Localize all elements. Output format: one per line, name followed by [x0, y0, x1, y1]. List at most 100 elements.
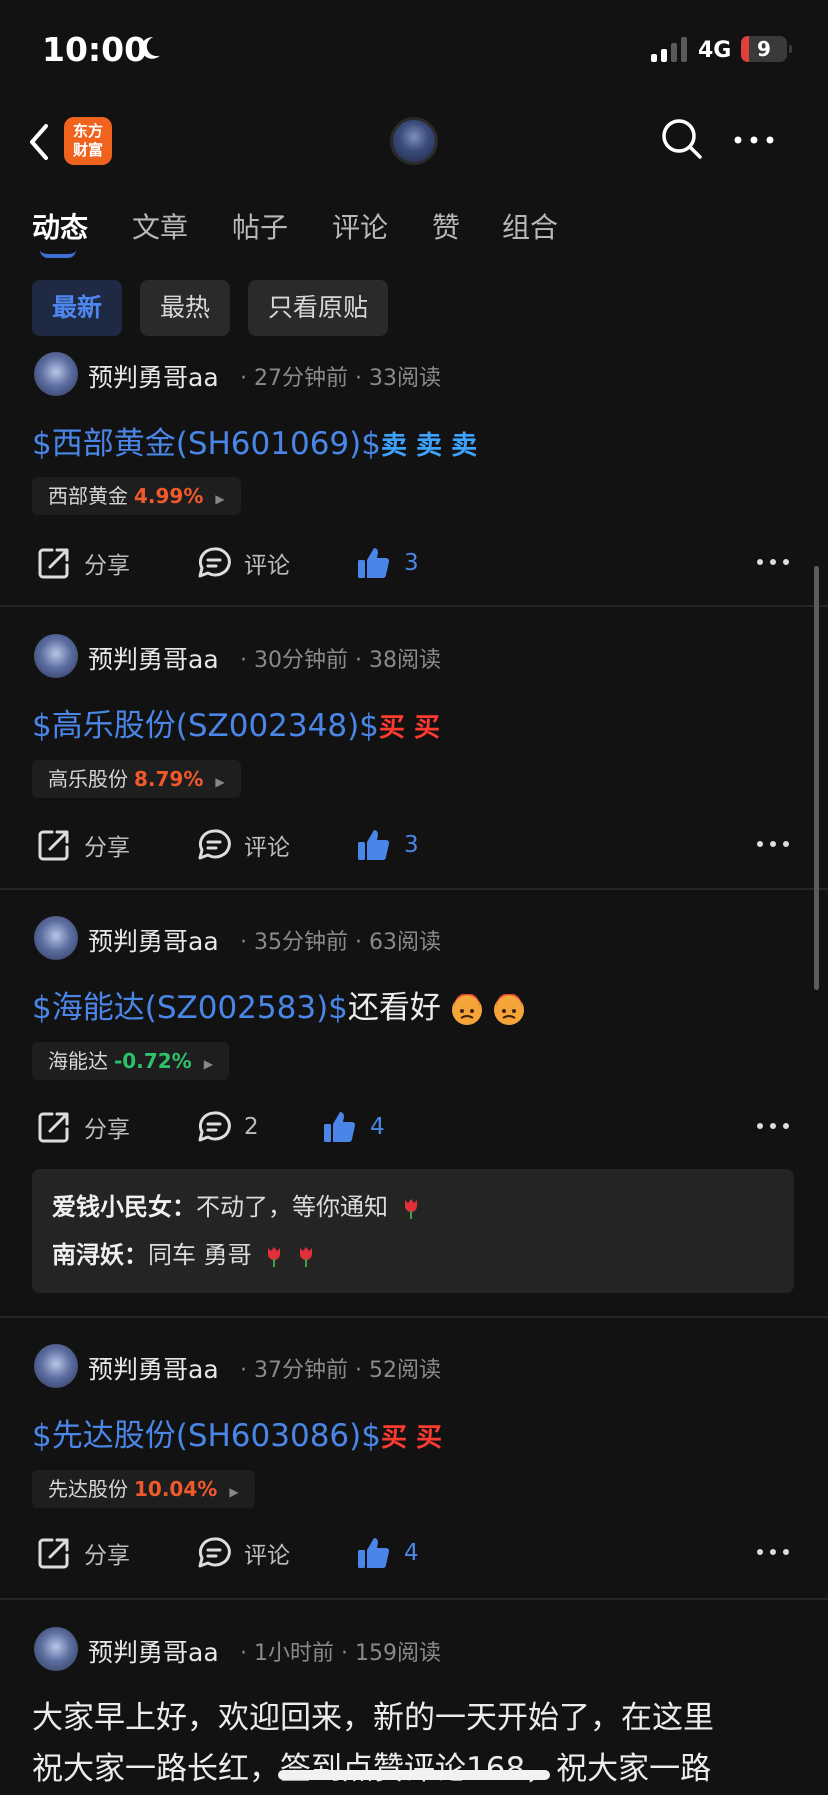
filter-bar: 最新 最热 只看原贴 [32, 280, 389, 336]
comment-icon [198, 1537, 231, 1568]
more-options-icon[interactable] [756, 1542, 790, 1562]
tab-comments[interactable]: 评论 [332, 206, 388, 246]
filter-hottest[interactable]: 最热 [140, 280, 231, 336]
avatar[interactable] [34, 352, 78, 396]
post-time: · 37分钟前 · 52阅读 [240, 1358, 441, 1383]
share-button[interactable]: 分享 [36, 1528, 130, 1578]
profile-tabs: 动态 文章 帖子 评论 赞 组合 [0, 200, 828, 260]
like-button[interactable]: 4 [322, 1102, 385, 1152]
network-label: 4G [698, 38, 732, 63]
comment-button[interactable]: 2 [196, 1102, 259, 1152]
quote-name: 高乐股份 [48, 767, 128, 791]
post-time-value: 37分钟前 [254, 1358, 348, 1383]
commenter-name[interactable]: 南浔妖： [52, 1241, 148, 1269]
scrollbar[interactable] [814, 566, 819, 990]
rose-emoji-icon [299, 1247, 312, 1267]
post-actions: 分享 评论 3 [0, 820, 828, 870]
comment-icon [198, 547, 231, 578]
more-icon[interactable] [732, 125, 776, 155]
post-actions: 分享 评论 3 [0, 538, 828, 588]
comment-item[interactable]: 爱钱小民女：不动了，等你通知 [52, 1183, 774, 1231]
stock-quote-chip[interactable]: 先达股份 10.04% ▶ [32, 1470, 255, 1508]
tab-dynamic[interactable]: 动态 [32, 206, 88, 246]
post-time-value: 27分钟前 [254, 366, 348, 391]
stock-quote-chip[interactable]: 高乐股份 8.79% ▶ [32, 760, 241, 798]
more-options-icon[interactable] [756, 834, 790, 854]
search-icon[interactable] [660, 117, 704, 161]
comment-text: 同车 勇哥 [148, 1241, 252, 1269]
tab-likes[interactable]: 赞 [432, 206, 460, 246]
share-button[interactable]: 分享 [36, 538, 130, 588]
post-author[interactable]: 预判勇哥aa [88, 922, 219, 958]
comment-item[interactable]: 南浔妖：同车 勇哥 [52, 1231, 774, 1279]
signal-icon [651, 36, 687, 62]
stock-quote-chip[interactable]: 海能达 -0.72% ▶ [32, 1042, 229, 1080]
post-time: · 27分钟前 · 33阅读 [240, 366, 441, 391]
post-author[interactable]: 预判勇哥aa [88, 1350, 219, 1386]
thumbs-up-icon [358, 830, 390, 860]
share-button[interactable]: 分享 [36, 1102, 130, 1152]
post-content[interactable]: $高乐股份(SZ002348)$买 买 [32, 700, 440, 745]
quote-change: -0.72% [114, 1049, 192, 1073]
post-author[interactable]: 预判勇哥aa [88, 640, 219, 676]
chevron-right-icon: ▶ [203, 1057, 213, 1071]
app-logo[interactable]: 东方 财富 [64, 117, 112, 165]
stock-link[interactable]: $海能达(SZ002583)$ [32, 990, 348, 1026]
post-content[interactable]: $西部黄金(SH601069)$卖 卖 卖 [32, 418, 477, 463]
comment-button[interactable]: 评论 [196, 820, 290, 870]
share-button[interactable]: 分享 [36, 820, 130, 870]
avatar[interactable] [34, 634, 78, 678]
post-reads: 159阅读 [354, 1641, 441, 1666]
more-options-icon[interactable] [756, 1116, 790, 1136]
like-count: 4 [404, 1540, 419, 1566]
comment-preview-box[interactable]: 爱钱小民女：不动了，等你通知 南浔妖：同车 勇哥 [32, 1169, 794, 1293]
post-content[interactable]: $海能达(SZ002583)$还看好 [32, 982, 525, 1027]
tab-portfolio[interactable]: 组合 [502, 206, 558, 246]
comment-text: 不动了，等你通知 [196, 1193, 388, 1221]
like-button[interactable]: 4 [356, 1528, 419, 1578]
stock-link[interactable]: $西部黄金(SH601069)$ [32, 426, 381, 462]
thumbs-up-icon [358, 548, 390, 578]
post-text: 还看好 [347, 990, 441, 1026]
filter-latest[interactable]: 最新 [32, 280, 123, 336]
tab-articles[interactable]: 文章 [132, 206, 188, 246]
stock-link[interactable]: $高乐股份(SZ002348)$ [32, 708, 379, 744]
avatar[interactable] [34, 1344, 78, 1388]
avatar[interactable] [34, 916, 78, 960]
comment-icon [198, 829, 231, 860]
profile-avatar[interactable] [390, 117, 438, 165]
filter-original-only[interactable]: 只看原贴 [248, 280, 389, 336]
tab-posts[interactable]: 帖子 [232, 206, 288, 246]
buy-emoji-text: 买 买 [380, 1423, 443, 1453]
comment-label: 评论 [244, 835, 290, 861]
comment-button[interactable]: 评论 [196, 538, 290, 588]
commenter-name[interactable]: 爱钱小民女： [52, 1193, 196, 1221]
post-author[interactable]: 预判勇哥aa [88, 1633, 219, 1669]
comment-button[interactable]: 评论 [196, 1528, 290, 1578]
post-content[interactable]: $先达股份(SH603086)$买 买 [32, 1410, 442, 1455]
stock-link[interactable]: $先达股份(SH603086)$ [32, 1418, 381, 1454]
like-count: 3 [404, 550, 419, 576]
divider [0, 1598, 828, 1600]
back-icon[interactable] [24, 122, 54, 162]
chevron-right-icon: ▶ [215, 775, 225, 789]
share-label: 分享 [84, 1543, 130, 1569]
more-options-icon[interactable] [756, 552, 790, 572]
share-label: 分享 [84, 553, 130, 579]
thumbs-up-icon [358, 1538, 390, 1568]
home-indicator[interactable] [278, 1770, 550, 1780]
post-reads: 52阅读 [368, 1358, 441, 1383]
thumbs-up-icon [324, 1112, 356, 1142]
stock-quote-chip[interactable]: 西部黄金 4.99% ▶ [32, 477, 241, 515]
post-time-value: 35分钟前 [254, 930, 348, 955]
moon-icon [141, 37, 160, 59]
post-time-value: 30分钟前 [254, 648, 348, 673]
like-button[interactable]: 3 [356, 538, 419, 588]
post-author[interactable]: 预判勇哥aa [88, 358, 219, 394]
share-icon [38, 1112, 69, 1143]
comment-label: 评论 [244, 553, 290, 579]
share-icon [38, 830, 69, 861]
post-time-value: 1小时前 [254, 1641, 334, 1666]
avatar[interactable] [34, 1627, 78, 1671]
like-button[interactable]: 3 [356, 820, 419, 870]
